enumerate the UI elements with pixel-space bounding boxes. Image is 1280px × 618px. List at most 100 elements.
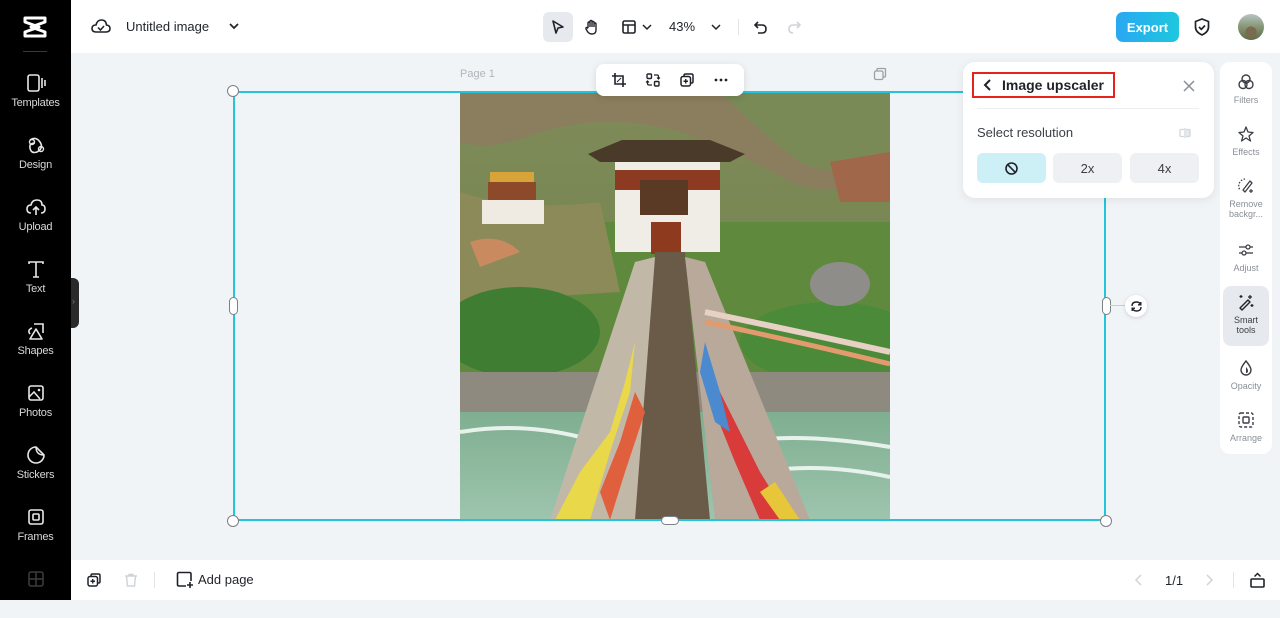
sidebar-item-upload[interactable]: Upload xyxy=(0,194,71,246)
hand-icon xyxy=(583,19,600,36)
previous-page-icon[interactable] xyxy=(1131,572,1147,588)
chevron-down-icon xyxy=(641,22,652,32)
divider xyxy=(23,51,47,52)
resolution-option-none[interactable] xyxy=(977,153,1046,183)
resize-handle-bottom-right[interactable] xyxy=(1100,515,1112,527)
sidebar-item-label: Upload xyxy=(18,221,53,233)
more-horizontal-icon xyxy=(713,72,729,88)
rail-item-adjust[interactable]: Adjust xyxy=(1223,234,1269,280)
resolution-option-4x[interactable]: 4x xyxy=(1130,153,1199,183)
add-page-button[interactable]: Add page xyxy=(171,571,254,588)
sidebar-item-stickers[interactable]: Stickers xyxy=(0,442,71,494)
text-icon xyxy=(25,258,47,280)
chevron-down-icon xyxy=(711,22,721,32)
image-upscaler-panel: Image upscaler Select resolution 2x 4x xyxy=(963,62,1214,198)
close-icon[interactable] xyxy=(1181,78,1197,94)
select-resolution-label: Select resolution xyxy=(977,125,1074,140)
filters-icon xyxy=(1237,73,1255,91)
frames-icon xyxy=(25,506,47,528)
rotate-connector xyxy=(1110,305,1125,306)
right-tool-rail: Filters Effects Remove backgr... Adjust … xyxy=(1220,62,1272,454)
chevron-down-icon[interactable] xyxy=(228,20,240,32)
sidebar-item-text[interactable]: Text xyxy=(0,256,71,308)
rail-item-arrange[interactable]: Arrange xyxy=(1223,404,1269,450)
adjust-icon xyxy=(1237,241,1255,259)
rail-item-filters[interactable]: Filters xyxy=(1223,66,1269,112)
compare-icon[interactable] xyxy=(1178,126,1192,140)
duplicate-page-icon[interactable] xyxy=(86,572,102,588)
sidebar-item-shapes[interactable]: Shapes xyxy=(0,318,71,370)
divider xyxy=(977,108,1199,109)
remove-background-icon xyxy=(1237,177,1255,195)
resize-handle-right[interactable] xyxy=(1102,297,1111,315)
duplicate-page-icon[interactable] xyxy=(873,67,887,81)
rail-item-label: Arrange xyxy=(1229,433,1263,443)
layout-icon xyxy=(621,19,637,35)
rail-item-label: Opacity xyxy=(1230,381,1262,391)
divider xyxy=(738,19,739,35)
layout-dropdown-button[interactable] xyxy=(616,12,656,42)
resize-handle-top-left[interactable] xyxy=(227,85,239,97)
select-tool-button[interactable] xyxy=(543,12,573,42)
sidebar-item-more[interactable] xyxy=(0,566,71,618)
divider xyxy=(154,572,155,588)
crop-button[interactable] xyxy=(607,68,631,92)
resolution-option-2x[interactable]: 2x xyxy=(1053,153,1122,183)
page-counter: 1/1 xyxy=(1165,573,1184,588)
sidebar-item-label: Shapes xyxy=(17,345,54,357)
replace-button[interactable] xyxy=(641,68,665,92)
sidebar-item-design[interactable]: Design xyxy=(0,132,71,184)
opacity-icon xyxy=(1237,359,1255,377)
undo-button[interactable] xyxy=(749,12,771,42)
photos-icon xyxy=(25,382,47,404)
next-page-icon[interactable] xyxy=(1201,572,1217,588)
rotate-button[interactable] xyxy=(1125,295,1147,317)
left-sidebar: Templates Design Upload Text Shapes Phot… xyxy=(0,0,71,600)
cloud-sync-icon[interactable] xyxy=(91,17,111,37)
resize-handle-left[interactable] xyxy=(229,297,238,315)
trash-icon[interactable] xyxy=(123,572,139,588)
panel-title: Image upscaler xyxy=(1002,77,1104,93)
zoom-level[interactable]: 43% xyxy=(669,19,695,34)
chevron-right-icon: › xyxy=(72,296,75,306)
rail-item-effects[interactable]: Effects xyxy=(1223,118,1269,164)
more-options-button[interactable] xyxy=(709,68,733,92)
none-icon xyxy=(1004,161,1019,176)
bottom-bar: Add page 1/1 xyxy=(71,560,1280,600)
document-title[interactable]: Untitled image xyxy=(126,19,209,34)
redo-button[interactable] xyxy=(783,12,805,42)
shapes-icon xyxy=(25,320,47,342)
sidebar-item-label: Frames xyxy=(17,531,54,543)
sidebar-item-photos[interactable]: Photos xyxy=(0,380,71,432)
rail-item-opacity[interactable]: Opacity xyxy=(1223,352,1269,398)
floating-image-toolbar xyxy=(596,64,744,96)
user-avatar[interactable] xyxy=(1238,14,1264,40)
chevron-left-icon xyxy=(980,77,996,93)
resize-handle-bottom-left[interactable] xyxy=(227,515,239,527)
duplicate-button[interactable] xyxy=(675,68,699,92)
sidebar-item-frames[interactable]: Frames xyxy=(0,504,71,556)
hand-tool-button[interactable] xyxy=(576,12,606,42)
sidebar-item-label: Stickers xyxy=(16,469,55,481)
page-label: Page 1 xyxy=(460,68,495,80)
expand-pages-icon[interactable] xyxy=(1249,572,1265,588)
design-icon xyxy=(25,134,47,156)
rail-item-remove-background[interactable]: Remove backgr... xyxy=(1223,170,1269,228)
sidebar-item-label: Text xyxy=(25,283,46,295)
add-page-label: Add page xyxy=(198,572,254,587)
magic-wand-icon xyxy=(1237,293,1255,311)
capcut-logo[interactable] xyxy=(20,14,50,40)
zoom-dropdown-button[interactable] xyxy=(706,12,726,42)
top-bar: Untitled image 43% Export xyxy=(71,0,1280,53)
rotate-icon xyxy=(1130,300,1143,313)
sidebar-item-templates[interactable]: Templates xyxy=(0,70,71,122)
replace-icon xyxy=(645,72,661,88)
upscaler-back-button[interactable]: Image upscaler xyxy=(972,72,1115,98)
sidebar-collapse-toggle[interactable]: › xyxy=(71,278,79,328)
rail-item-label: Filters xyxy=(1233,95,1259,105)
export-button[interactable]: Export xyxy=(1116,12,1179,42)
resize-handle-bottom[interactable] xyxy=(661,516,679,525)
shield-check-icon[interactable] xyxy=(1192,17,1212,37)
sidebar-item-label: Design xyxy=(18,159,53,171)
rail-item-smart-tools[interactable]: Smart tools xyxy=(1223,286,1269,346)
